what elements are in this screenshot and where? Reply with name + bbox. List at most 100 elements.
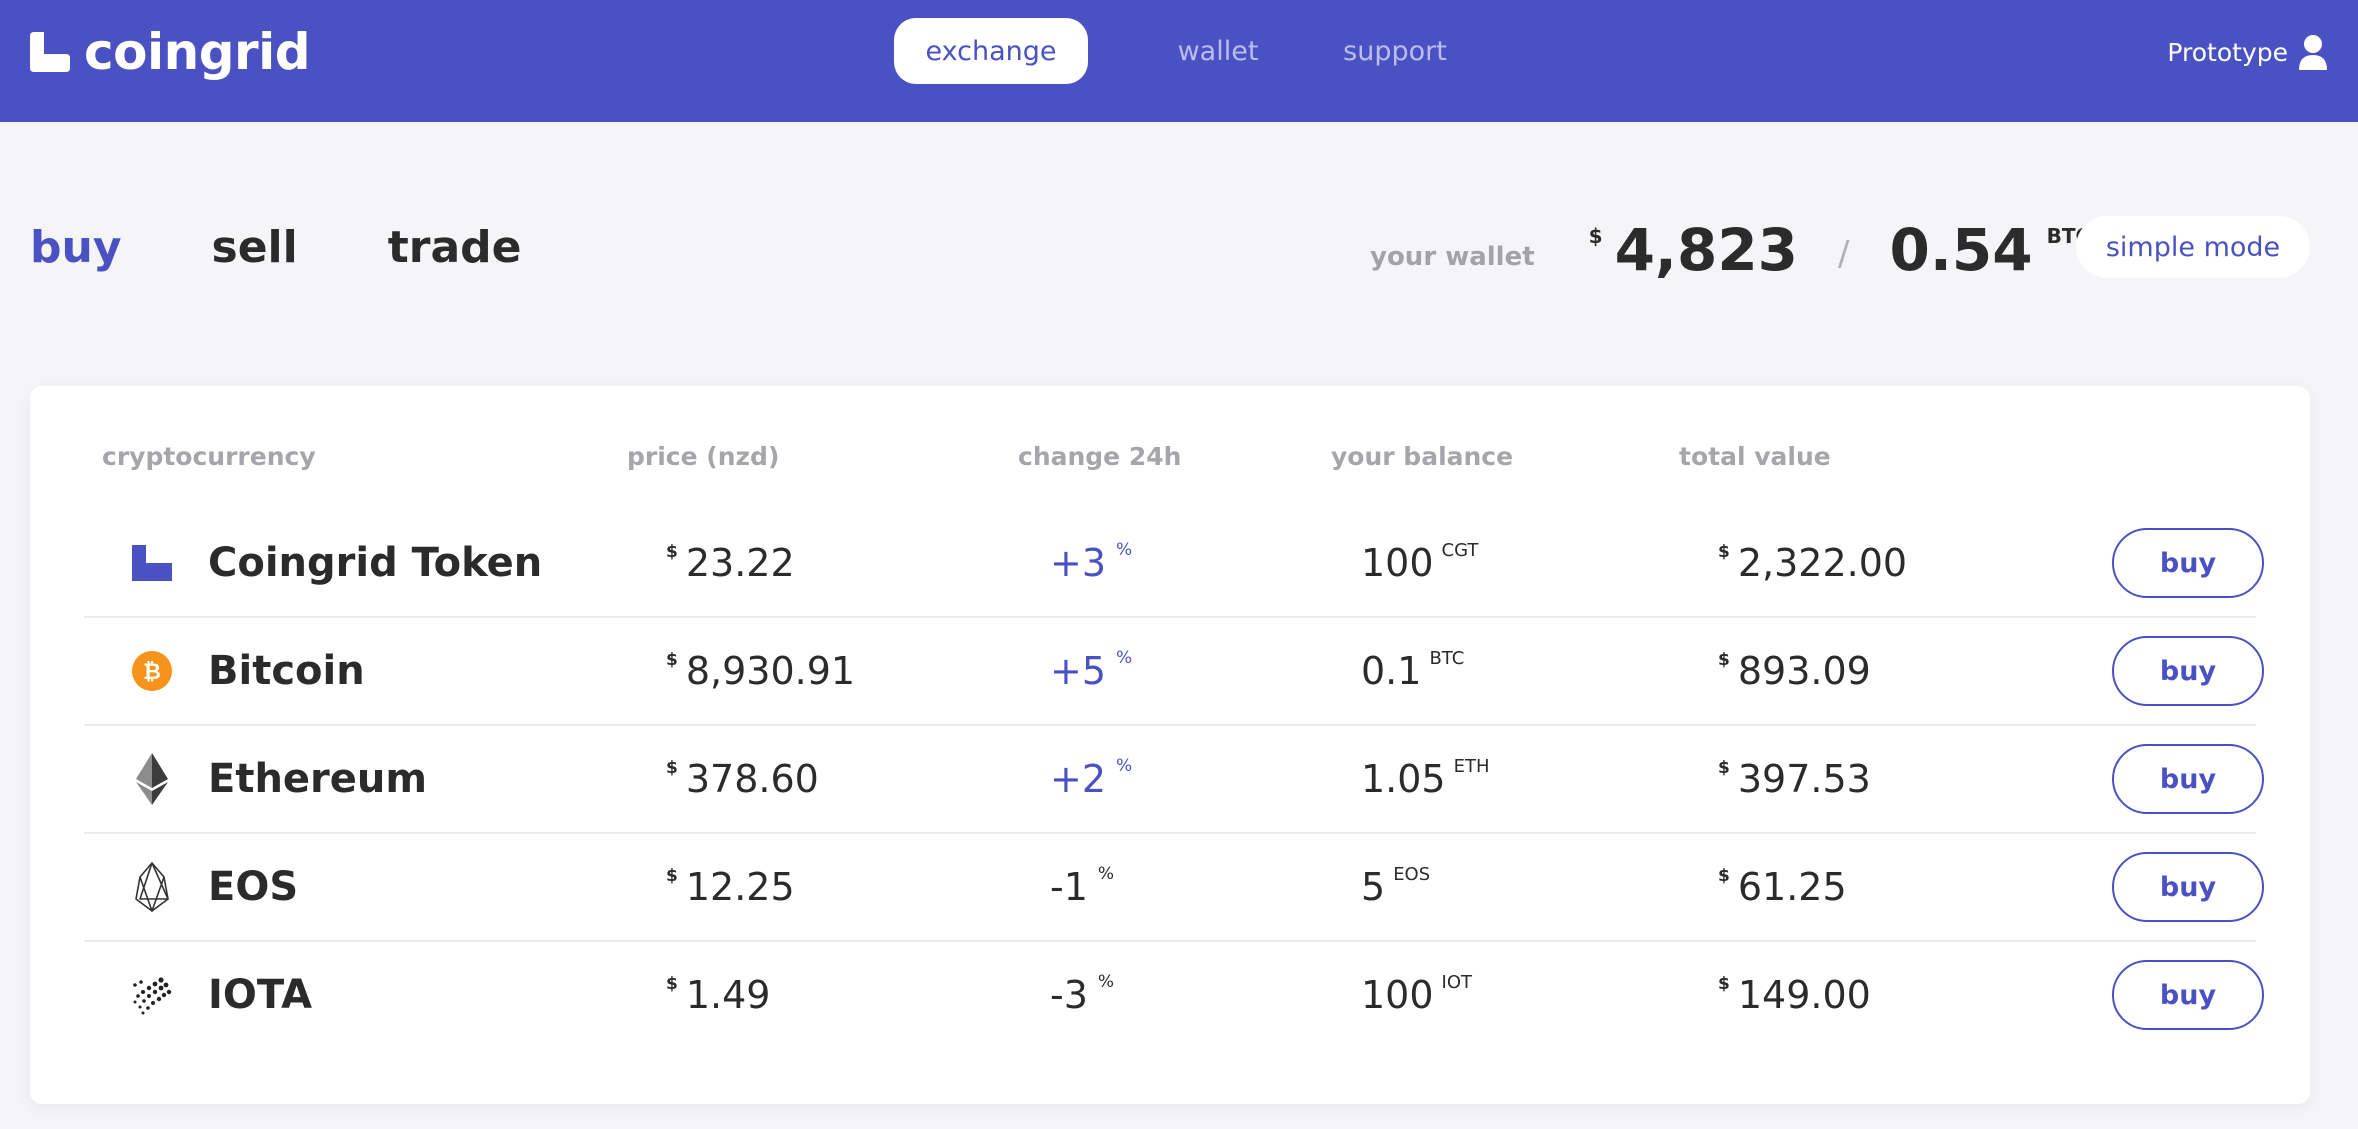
currency-symbol: $ xyxy=(666,866,678,886)
svg-text:₿: ₿ xyxy=(143,660,161,685)
price-cell: $ 1.49 xyxy=(666,942,770,1048)
user-name: Prototype xyxy=(2167,37,2288,67)
tab-exchange[interactable]: exchange xyxy=(894,18,1088,84)
change-cell: +2 % xyxy=(1050,726,1132,832)
table-row: ₿ Bitcoin $ 8,930.91 +5 % 0.1 BTC $ 893.… xyxy=(84,618,2264,726)
balance-cell: 1.05 ETH xyxy=(1361,726,1490,832)
change-value: +3 xyxy=(1050,541,1107,585)
total-value-cell: $ 2,322.00 xyxy=(1718,510,1907,616)
price-value: 23.22 xyxy=(685,541,795,585)
balance-cell: 5 EOS xyxy=(1361,834,1430,940)
buy-button[interactable]: buy xyxy=(2112,744,2264,814)
coingrid-logo[interactable]: coingrid xyxy=(30,22,311,82)
total-value-cell: $ 149.00 xyxy=(1718,942,1871,1048)
buy-button[interactable]: buy xyxy=(2112,636,2264,706)
table-row: IOTA $ 1.49 -3 % 100 IOT $ 149.00 buy xyxy=(84,942,2264,1050)
percent-symbol: % xyxy=(1116,648,1133,668)
tab-buy[interactable]: buy xyxy=(30,222,122,273)
total-value: 149.00 xyxy=(1737,973,1871,1017)
wallet-btc-value: 0.54 xyxy=(1889,216,2033,284)
table-row: Coingrid Token $ 23.22 +3 % 100 CGT $ 2,… xyxy=(84,510,2264,618)
balance-unit: BTC xyxy=(1429,648,1465,669)
user-menu[interactable]: Prototype xyxy=(2167,26,2328,78)
change-cell: -1 % xyxy=(1050,834,1114,940)
buy-button[interactable]: buy xyxy=(2112,852,2264,922)
table-row: EOS $ 12.25 -1 % 5 EOS $ 61.25 buy xyxy=(84,834,2264,942)
currency-symbol: $ xyxy=(666,650,678,670)
coin-name: EOS xyxy=(208,864,299,910)
balance-unit: EOS xyxy=(1393,864,1431,885)
tab-wallet[interactable]: wallet xyxy=(1160,18,1276,84)
price-value: 1.49 xyxy=(685,973,771,1017)
change-value: +5 xyxy=(1050,649,1107,693)
column-header-total: total value xyxy=(1679,442,1831,471)
top-navigation-bar: coingrid exchange wallet support Prototy… xyxy=(0,0,2358,122)
change-value: -1 xyxy=(1050,865,1088,909)
balance-cell: 100 IOT xyxy=(1361,942,1472,1048)
percent-symbol: % xyxy=(1116,756,1133,776)
currency-symbol: $ xyxy=(666,974,678,994)
currency-symbol: $ xyxy=(666,542,678,562)
balance-cell: 0.1 BTC xyxy=(1361,618,1464,724)
balance-value: 1.05 xyxy=(1361,757,1446,801)
balance-value: 5 xyxy=(1361,865,1386,909)
coingrid-token-icon xyxy=(130,510,174,616)
price-cell: $ 8,930.91 xyxy=(666,618,855,724)
balance-unit: CGT xyxy=(1441,540,1479,561)
balance-cell: 100 CGT xyxy=(1361,510,1478,616)
currency-table: cryptocurrency price (nzd) change 24h yo… xyxy=(30,386,2310,1104)
currency-symbol: $ xyxy=(1718,542,1730,562)
balance-value: 0.1 xyxy=(1361,649,1422,693)
buy-button[interactable]: buy xyxy=(2112,528,2264,598)
price-cell: $ 12.25 xyxy=(666,834,795,940)
currency-symbol: $ xyxy=(1718,650,1730,670)
price-value: 8,930.91 xyxy=(685,649,856,693)
balance-unit: ETH xyxy=(1453,756,1490,777)
tab-trade[interactable]: trade xyxy=(388,222,522,273)
tab-support[interactable]: support xyxy=(1330,18,1460,84)
total-value: 61.25 xyxy=(1737,865,1847,909)
change-value: +2 xyxy=(1050,757,1107,801)
total-value: 893.09 xyxy=(1737,649,1871,693)
mode-tabs: buy sell trade xyxy=(30,222,611,273)
percent-symbol: % xyxy=(1097,972,1115,992)
balance-unit: IOT xyxy=(1441,972,1473,993)
total-value-cell: $ 893.09 xyxy=(1718,618,1871,724)
iota-icon xyxy=(130,942,174,1048)
currency-symbol: $ xyxy=(1718,974,1730,994)
total-value-cell: $ 61.25 xyxy=(1718,834,1847,940)
balance-value: 100 xyxy=(1361,541,1434,585)
eos-icon xyxy=(130,834,174,940)
coin-name: Ethereum xyxy=(208,756,428,802)
price-value: 378.60 xyxy=(685,757,819,801)
brand-name: coingrid xyxy=(84,23,311,81)
column-header-cryptocurrency: cryptocurrency xyxy=(102,442,316,471)
wallet-separator: / xyxy=(1838,234,1850,274)
coin-name: Bitcoin xyxy=(208,648,365,694)
wallet-fiat-value: 4,823 xyxy=(1614,216,1799,284)
price-cell: $ 23.22 xyxy=(666,510,795,616)
price-cell: $ 378.60 xyxy=(666,726,819,832)
simple-mode-button[interactable]: simple mode xyxy=(2076,216,2310,278)
column-header-change: change 24h xyxy=(1018,442,1182,471)
change-value: -3 xyxy=(1050,973,1088,1017)
currency-symbol: $ xyxy=(1718,866,1730,886)
price-value: 12.25 xyxy=(685,865,795,909)
total-value: 397.53 xyxy=(1737,757,1871,801)
buy-button[interactable]: buy xyxy=(2112,960,2264,1030)
coin-name: Coingrid Token xyxy=(208,540,543,586)
percent-symbol: % xyxy=(1097,864,1115,884)
user-icon xyxy=(2298,34,2328,70)
balance-value: 100 xyxy=(1361,973,1434,1017)
table-row: Ethereum $ 378.60 +2 % 1.05 ETH $ 397.53… xyxy=(84,726,2264,834)
coingrid-logo-icon xyxy=(30,32,70,72)
coin-name: IOTA xyxy=(208,972,313,1018)
tab-sell[interactable]: sell xyxy=(212,222,298,273)
column-header-price: price (nzd) xyxy=(627,442,780,471)
bitcoin-icon: ₿ xyxy=(130,618,174,724)
total-value-cell: $ 397.53 xyxy=(1718,726,1871,832)
wallet-label: your wallet xyxy=(1370,242,1535,272)
percent-symbol: % xyxy=(1116,540,1133,560)
currency-symbol: $ xyxy=(1718,758,1730,778)
wallet-currency-symbol: $ xyxy=(1588,224,1603,248)
